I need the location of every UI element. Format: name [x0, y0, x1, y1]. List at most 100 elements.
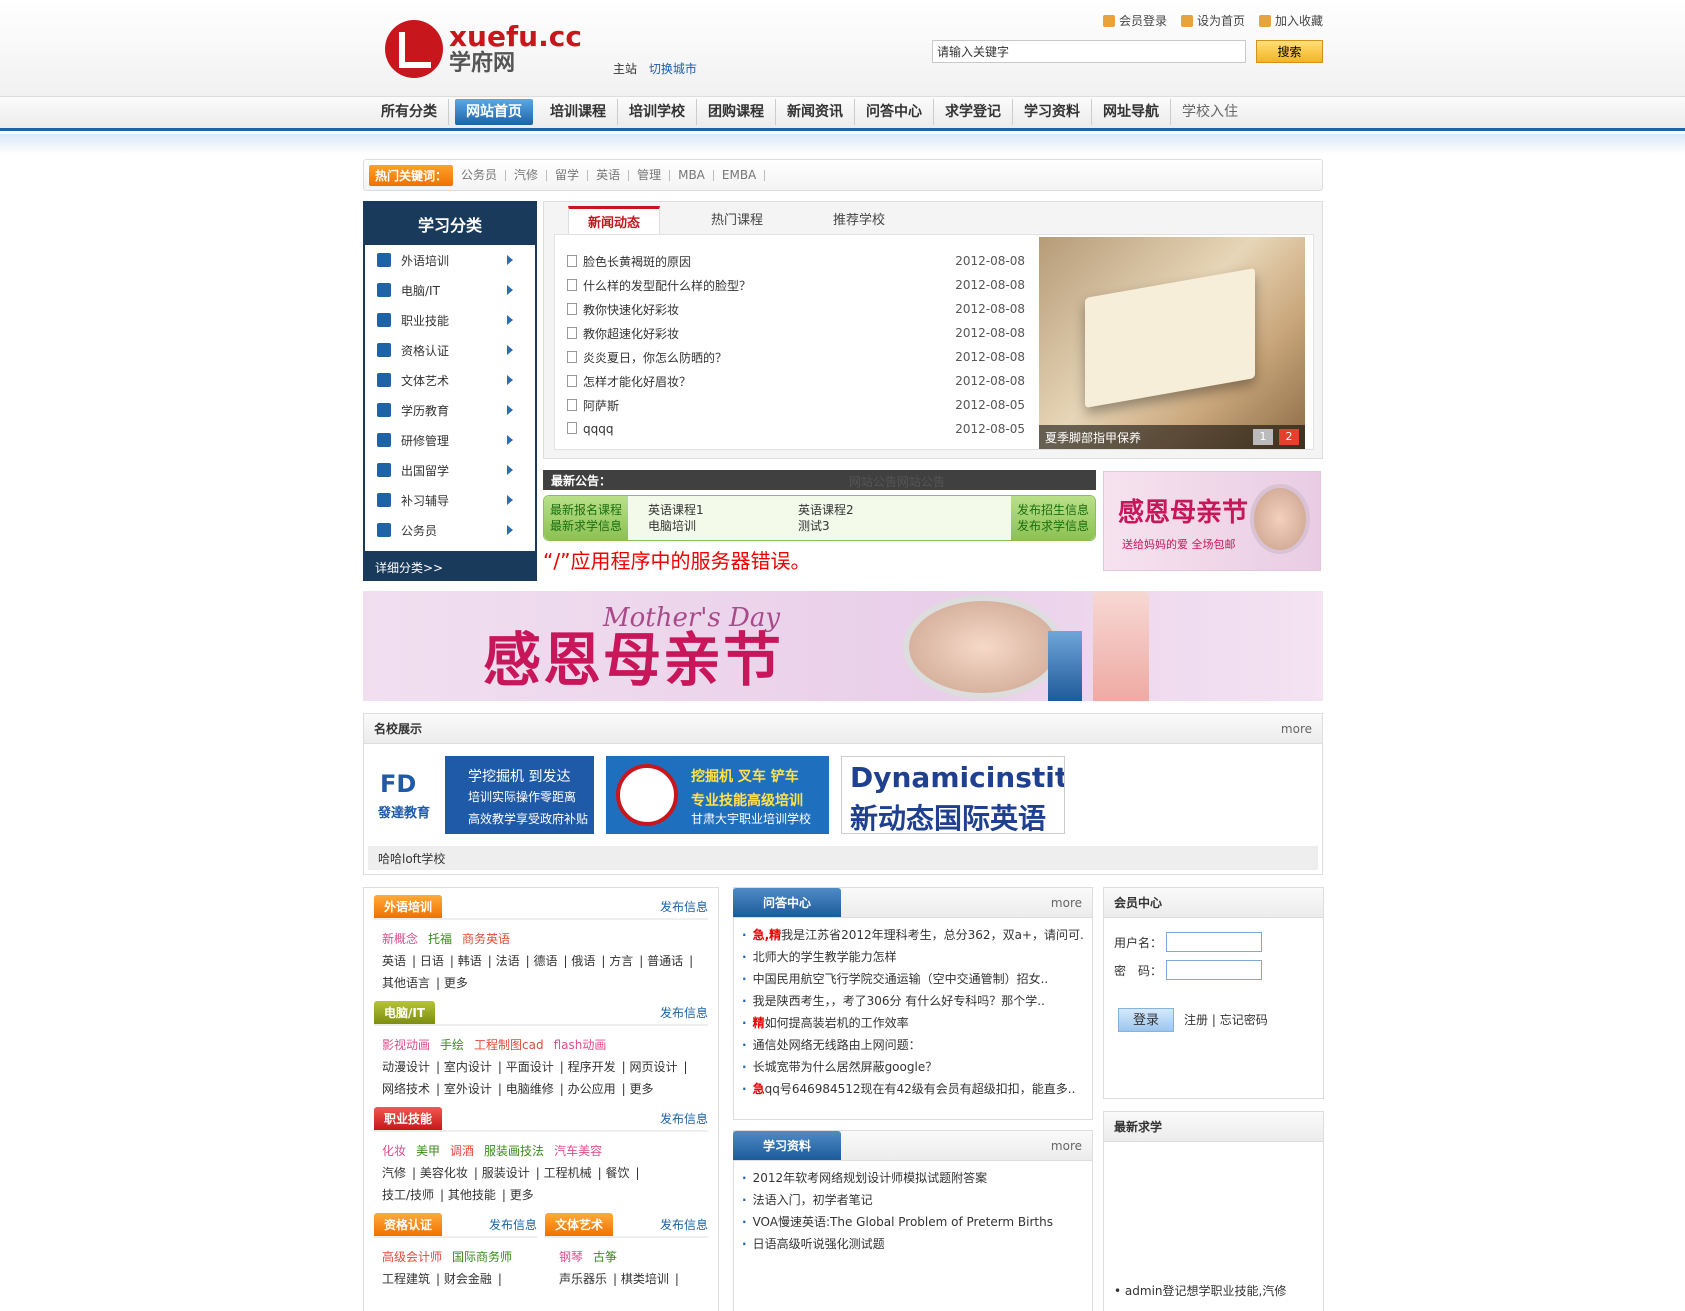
tag-link[interactable]: 财会金融	[444, 1272, 492, 1286]
stripe-link[interactable]: 英语课程1	[648, 502, 704, 518]
post-info-link[interactable]: 发布信息	[660, 1004, 708, 1021]
tag-link[interactable]: flash动画	[554, 1038, 607, 1052]
member-login-link[interactable]: 会员登录	[1103, 12, 1167, 29]
tag-link[interactable]: 手绘	[440, 1038, 464, 1052]
tag-link[interactable]: 其他技能	[448, 1188, 496, 1202]
set-homepage-link[interactable]: 设为首页	[1181, 12, 1245, 29]
tag-link[interactable]: 法语	[496, 954, 520, 968]
hot-keyword[interactable]: 留学	[547, 169, 589, 181]
site-logo[interactable]: xuefu.cc 学府网	[385, 20, 582, 78]
news-item[interactable]: 教你快速化好彩妆 2012-08-08	[567, 297, 1025, 321]
news-item[interactable]: qqqq 2012-08-05	[567, 417, 1025, 441]
material-item[interactable]: 日语高级听说强化测试题	[742, 1235, 1084, 1257]
qa-more-link[interactable]: more	[1051, 896, 1082, 910]
qa-item[interactable]: 北师大的学生教学能力怎样	[742, 948, 1084, 970]
category-item[interactable]: 职业技能	[365, 305, 535, 335]
category-item[interactable]: 研修管理	[365, 425, 535, 455]
tag-link[interactable]: 英语	[382, 954, 406, 968]
tag-link[interactable]: 工程制图cad	[474, 1038, 544, 1052]
tag-link[interactable]: 普通话	[647, 954, 683, 968]
nav-directory[interactable]: 网址导航	[1092, 99, 1171, 125]
material-item[interactable]: 2012年软考网络规划设计师模拟试题附答案	[742, 1169, 1084, 1191]
register-link[interactable]: 注册	[1184, 1013, 1208, 1027]
hot-keyword[interactable]: EMBA	[714, 169, 766, 181]
category-item[interactable]: 出国留学	[365, 455, 535, 485]
tab-news[interactable]: 新闻动态	[568, 206, 660, 235]
nav-qa[interactable]: 问答中心	[855, 99, 934, 125]
tag-link[interactable]: 网络技术	[382, 1082, 430, 1096]
tag-link[interactable]: 钢琴	[559, 1250, 583, 1264]
nav-courses[interactable]: 培训课程	[539, 99, 618, 125]
notice-message[interactable]: 网站公告网站公告	[849, 473, 945, 490]
mothers-day-banner[interactable]: Mother's Day 感恩母亲节	[363, 591, 1323, 701]
stripe-link[interactable]: 测试3	[798, 518, 854, 534]
tag-link[interactable]: 服装画技法	[484, 1144, 544, 1158]
hot-keyword[interactable]: 汽修	[506, 169, 548, 181]
material-item[interactable]: VOA慢速英语:The Global Problem of Preterm Bi…	[742, 1213, 1084, 1235]
school-ad-dynamic[interactable]: Dynamicinstitute 新动态国际英语	[841, 756, 1065, 834]
nav-news[interactable]: 新闻资讯	[776, 99, 855, 125]
tag-link[interactable]: 棋类培训	[621, 1272, 669, 1286]
category-more-link[interactable]: 详细分类>>	[363, 551, 537, 584]
stripe-link[interactable]: 英语课程2	[798, 502, 854, 518]
tag-link[interactable]: 更多	[444, 976, 468, 990]
post-info-link[interactable]: 发布信息	[660, 1110, 708, 1127]
tag-link[interactable]: 程序开发	[568, 1060, 616, 1074]
qa-item[interactable]: 精如何提高装岩机的工作效率	[742, 1014, 1084, 1036]
qa-item[interactable]: 中国民用航空飞行学院交通运输（空中交通管制）招女..	[742, 970, 1084, 992]
category-item[interactable]: 外语培训	[365, 245, 535, 275]
qa-item[interactable]: 通信处网络无线路由上网问题：	[742, 1036, 1084, 1058]
tag-link[interactable]: 室内设计	[444, 1060, 492, 1074]
category-item[interactable]: 学历教育	[365, 395, 535, 425]
post-study-link[interactable]: 发布求学信息	[1017, 518, 1089, 534]
stripe-link[interactable]: 电脑培训	[648, 518, 704, 534]
schools-more-link[interactable]: more	[1281, 722, 1312, 736]
tag-link[interactable]: 化妆	[382, 1144, 406, 1158]
tag-link[interactable]: 声乐器乐	[559, 1272, 607, 1286]
tag-link[interactable]: 新概念	[382, 932, 418, 946]
tag-link[interactable]: 商务英语	[462, 932, 510, 946]
news-item[interactable]: 阿萨斯 2012-08-05	[567, 393, 1025, 417]
qa-item[interactable]: 长城宽带为什么居然屏蔽google？	[742, 1058, 1084, 1080]
tag-link[interactable]: 美容化妆	[420, 1166, 468, 1180]
nav-school-join[interactable]: 学校入住	[1171, 99, 1249, 125]
mothers-day-ad-small[interactable]: 感恩母亲节 送给妈妈的爱 全场包邮	[1103, 471, 1321, 571]
school-ad-fd[interactable]: FD 發達教育 学挖掘机 到发达 培训实际操作零距离 高效教学享受政府补贴	[368, 756, 594, 834]
tag-link[interactable]: 工程建筑	[382, 1272, 430, 1286]
slide-page-2[interactable]: 2	[1279, 429, 1299, 445]
qa-item[interactable]: 急,精我是江苏省2012年理科考生，总分362，双a+，请问可..	[742, 926, 1084, 948]
nav-materials[interactable]: 学习资料	[1013, 99, 1092, 125]
hot-keyword[interactable]: 英语	[588, 169, 630, 181]
tag-link[interactable]: 技工/技师	[382, 1188, 434, 1202]
tab-recommended-schools[interactable]: 推荐学校	[798, 206, 920, 235]
tag-link[interactable]: 古筝	[593, 1250, 617, 1264]
tag-link[interactable]: 更多	[510, 1188, 534, 1202]
tab-hot-courses[interactable]: 热门课程	[676, 206, 798, 235]
category-item[interactable]: 补习辅导	[365, 485, 535, 515]
latest-study-label[interactable]: 最新求学信息	[550, 518, 622, 534]
tag-link[interactable]: 平面设计	[506, 1060, 554, 1074]
school-ad-dayu[interactable]: 挖掘机 叉车 铲车 专业技能高级培训 甘肃大宇职业培训学校	[606, 756, 829, 834]
tag-link[interactable]: 动漫设计	[382, 1060, 430, 1074]
news-item[interactable]: 怎样才能化好眉妆？ 2012-08-08	[567, 369, 1025, 393]
qa-item[interactable]: 急qq号646984512现在有42级有会员有超级扣扣，能直多..	[742, 1080, 1084, 1102]
category-item[interactable]: 资格认证	[365, 335, 535, 365]
tag-link[interactable]: 其他语言	[382, 976, 430, 990]
login-button[interactable]: 登录	[1118, 1008, 1174, 1032]
tag-link[interactable]: 德语	[534, 954, 558, 968]
slideshow-image[interactable]: 夏季脚部指甲保养 1 2	[1039, 237, 1305, 449]
nav-group-buy[interactable]: 团购课程	[697, 99, 776, 125]
hot-keyword[interactable]: 公务员	[453, 169, 507, 181]
nav-home[interactable]: 网站首页	[455, 99, 533, 125]
post-info-link[interactable]: 发布信息	[489, 1216, 537, 1233]
category-item[interactable]: 电脑/IT	[365, 275, 535, 305]
tag-link[interactable]: 汽修	[382, 1166, 406, 1180]
nav-register[interactable]: 求学登记	[934, 99, 1013, 125]
add-favorite-link[interactable]: 加入收藏	[1259, 12, 1323, 29]
category-item[interactable]: 公务员	[365, 515, 535, 545]
tag-link[interactable]: 服装设计	[482, 1166, 530, 1180]
hot-keyword[interactable]: 管理	[629, 169, 671, 181]
tag-link[interactable]: 俄语	[571, 954, 595, 968]
tag-link[interactable]: 餐饮	[606, 1166, 630, 1180]
tag-link[interactable]: 电脑维修	[506, 1082, 554, 1096]
